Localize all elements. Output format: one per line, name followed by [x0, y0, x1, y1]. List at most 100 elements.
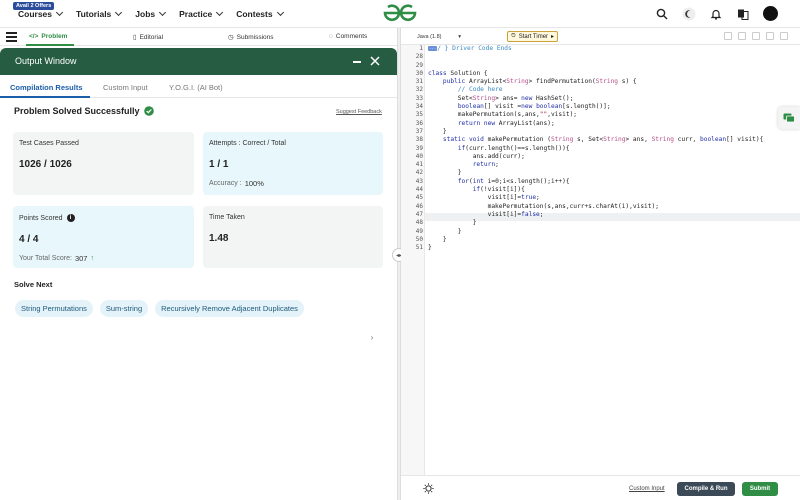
minimize-icon[interactable]	[353, 61, 361, 63]
line-number: 31	[415, 78, 423, 86]
compile-run-button[interactable]: Compile & Run	[677, 482, 735, 496]
custom-input-link[interactable]: Custom Input	[629, 486, 665, 492]
time-card: Time Taken 1.48	[203, 206, 383, 268]
tab-comments[interactable]: ◌ Comments	[329, 33, 367, 40]
clock-icon: ◷	[228, 34, 234, 41]
editor-toolbar: Java (1.8) ▾ ⏲ Start Timer ▸	[401, 28, 800, 45]
time-value: 1.48	[209, 233, 229, 244]
reset-icon[interactable]	[766, 32, 774, 40]
comment-icon: ◌	[329, 33, 333, 40]
points-value: 4 / 4	[19, 234, 39, 245]
line-number: 47	[415, 210, 423, 218]
line-number: 41	[415, 161, 423, 169]
tab-compilation-results[interactable]: Compilation Results	[10, 83, 83, 92]
gfg-logo[interactable]	[383, 4, 417, 22]
nav-tutorials[interactable]: Tutorials	[76, 8, 123, 19]
nav-jobs[interactable]: Jobs	[135, 8, 167, 19]
dropdown-icon: ▾	[458, 33, 461, 40]
bell-icon[interactable]	[709, 7, 723, 21]
info-icon[interactable]: i	[66, 214, 75, 222]
solve-next-item[interactable]: Recursively Remove Adjacent Duplicates	[155, 300, 304, 317]
line-number: 39	[415, 144, 423, 152]
submit-button[interactable]: Submit	[742, 482, 778, 496]
accuracy: Accuracy :100%	[209, 179, 264, 188]
output-tabs: Compilation Results Custom Input Y.O.G.I…	[0, 75, 397, 98]
line-number: 38	[415, 136, 423, 144]
line-number: 29	[415, 61, 423, 69]
active-tab-indicator	[26, 44, 74, 46]
tab-submissions[interactable]: ◷ Submissions	[228, 33, 274, 42]
chevron-down-icon	[216, 8, 224, 17]
line-number: 40	[415, 152, 423, 160]
fold-tag[interactable]: ···	[428, 46, 438, 51]
theme-toggle-icon[interactable]	[423, 483, 434, 494]
chevron-down-icon	[276, 8, 284, 17]
output-window-header: Output Window	[0, 48, 397, 75]
attempts-card: Attempts : Correct / Total 1 / 1 Accurac…	[203, 132, 383, 195]
translate-icon[interactable]	[736, 7, 750, 21]
total-score: Your Total Score: 307 ↑	[19, 254, 94, 263]
line-number: 32	[415, 86, 423, 94]
dark-mode-icon[interactable]	[682, 7, 696, 21]
attempts-label: Attempts : Correct / Total	[209, 140, 286, 147]
arrow-up-icon: ↑	[90, 255, 94, 262]
line-number: 50	[415, 235, 423, 243]
line-number: 46	[415, 202, 423, 210]
nav-courses[interactable]: Courses	[18, 8, 64, 19]
test-cases-card: Test Cases Passed 1026 / 1026	[13, 132, 194, 195]
chevron-down-icon	[115, 8, 123, 17]
line-number: 42	[415, 169, 423, 177]
solved-status: Problem Solved Successfully	[14, 106, 154, 116]
avatar[interactable]	[763, 6, 778, 21]
chevron-right-icon[interactable]: ›	[367, 332, 377, 342]
settings-icon[interactable]	[752, 32, 760, 40]
paste-icon[interactable]	[738, 32, 746, 40]
chevron-down-icon	[55, 8, 64, 17]
line-number: 33	[415, 94, 423, 102]
tab-editorial[interactable]: ▯ Editorial	[133, 33, 163, 42]
start-timer-button[interactable]: ⏲ Start Timer ▸	[507, 31, 559, 42]
attempts-value: 1 / 1	[209, 159, 229, 170]
book-icon: ▯	[133, 34, 137, 41]
nav-icons	[655, 6, 778, 21]
search-icon[interactable]	[655, 7, 669, 21]
line-number: 51	[415, 244, 423, 252]
play-icon: ▸	[551, 34, 555, 40]
line-number: 49	[415, 227, 423, 235]
line-numbers: 1 28 29 30 31 32 33 34 35 36 37 38 39 40 41 42 43 44 45 46 4…	[401, 45, 423, 252]
editor-footer: Custom Input Compile & Run Submit	[401, 475, 800, 500]
tab-yogi-ai-bot[interactable]: Y.O.G.I. (AI Bot)	[169, 83, 223, 92]
points-label: Points Scored i	[19, 214, 188, 222]
language-select[interactable]: Java (1.8) ▾	[415, 31, 463, 42]
line-number: 1	[419, 45, 423, 52]
line-number: 48	[415, 219, 423, 227]
tab-custom-input[interactable]: Custom Input	[103, 83, 148, 92]
hamburger-menu-icon[interactable]	[6, 32, 17, 42]
line-number: 35	[415, 111, 423, 119]
suggest-feedback-link[interactable]: Suggest Feedback	[336, 109, 382, 115]
fullscreen-icon[interactable]	[780, 32, 788, 40]
output-window-title: Output Window	[15, 56, 77, 66]
copy-icon[interactable]	[724, 32, 732, 40]
chevron-down-icon	[159, 8, 167, 17]
code-icon: </>	[29, 33, 39, 40]
test-cases-value: 1026 / 1026	[19, 159, 72, 170]
line-number: 30	[415, 69, 423, 77]
nav-practice[interactable]: Practice	[179, 8, 224, 19]
nav-contests[interactable]: Contests	[236, 8, 284, 19]
tab-problem[interactable]: </> Problem	[29, 33, 67, 40]
code-content[interactable]: ···/ } Driver Code Ends class Solution {…	[428, 45, 763, 252]
solve-next-item[interactable]: String Permutations	[15, 300, 93, 317]
line-number: 28	[415, 53, 423, 61]
top-navbar: Avail 2 Offers Courses Tutorials Jobs Pr…	[0, 0, 800, 28]
timer-icon: ⏲	[511, 33, 516, 39]
solve-next-list: String Permutations Sum-string Recursive…	[15, 300, 304, 317]
close-icon[interactable]	[369, 55, 381, 67]
active-output-tab-indicator	[0, 96, 90, 98]
nav-links: Courses Tutorials Jobs Practice Contests	[18, 8, 284, 19]
chat-button[interactable]	[778, 107, 800, 129]
line-number: 45	[415, 194, 423, 202]
solve-next-item[interactable]: Sum-string	[99, 300, 149, 317]
check-circle-icon	[143, 106, 154, 116]
line-number: 43	[415, 177, 423, 185]
